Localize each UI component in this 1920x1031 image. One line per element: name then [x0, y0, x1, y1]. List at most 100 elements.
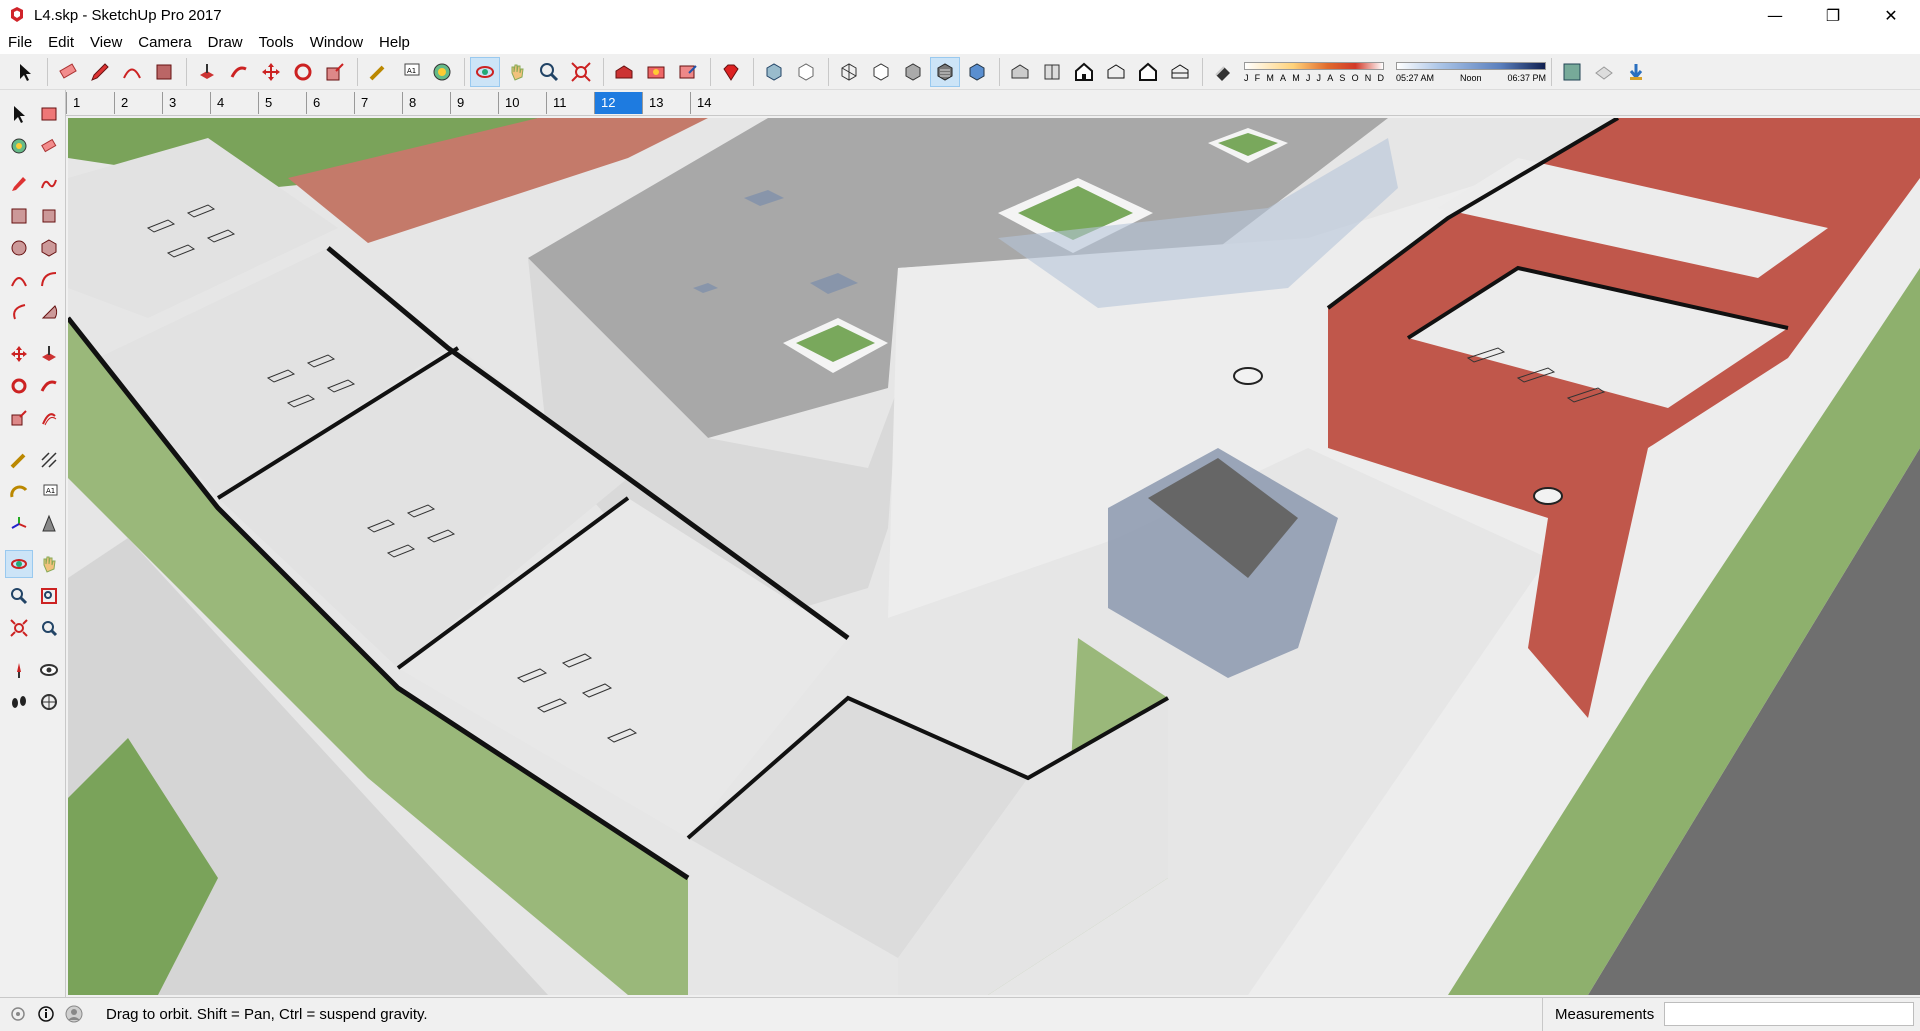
section-plane-button[interactable]: [1557, 57, 1587, 87]
pan-tool[interactable]: [35, 550, 63, 578]
freehand-tool[interactable]: [35, 170, 63, 198]
protractor-tool[interactable]: [5, 478, 33, 506]
credits-status[interactable]: [36, 1004, 56, 1024]
text-tool-button[interactable]: A1: [395, 57, 425, 87]
zoom-tool-button[interactable]: [534, 57, 564, 87]
model-viewport[interactable]: [68, 118, 1920, 995]
three-point-arc-tool[interactable]: [5, 298, 33, 326]
scene-tab-5[interactable]: 5: [258, 91, 306, 114]
menu-tools[interactable]: Tools: [251, 34, 302, 51]
zoom-window-tool[interactable]: [35, 582, 63, 610]
menu-file[interactable]: File: [0, 34, 40, 51]
rotate-tool-button[interactable]: [288, 57, 318, 87]
scene-tab-14[interactable]: 14: [690, 91, 738, 114]
pan-tool-button[interactable]: [502, 57, 532, 87]
front-view-button[interactable]: [1069, 57, 1099, 87]
scene-tab-8[interactable]: 8: [402, 91, 450, 114]
menu-edit[interactable]: Edit: [40, 34, 82, 51]
text-tool[interactable]: A1: [35, 478, 63, 506]
position-camera-tool[interactable]: [5, 656, 33, 684]
zoom-tool[interactable]: [5, 582, 33, 610]
tape-measure-tool[interactable]: [5, 446, 33, 474]
offset-tool[interactable]: [35, 404, 63, 432]
shadows-toggle-button[interactable]: [1208, 57, 1238, 87]
measurements-input[interactable]: [1664, 1002, 1914, 1026]
axes-tool[interactable]: [5, 510, 33, 538]
top-view-button[interactable]: [1037, 57, 1067, 87]
polygon-tool[interactable]: [35, 234, 63, 262]
orbit-tool[interactable]: [5, 550, 33, 578]
push-pull-button[interactable]: [192, 57, 222, 87]
dimension-tool[interactable]: [35, 446, 63, 474]
extension-warehouse-button[interactable]: [716, 57, 746, 87]
left-view-button[interactable]: [1165, 57, 1195, 87]
two-point-arc-tool[interactable]: [35, 266, 63, 294]
wireframe-button[interactable]: [834, 57, 864, 87]
walk-tool[interactable]: [5, 688, 33, 716]
paint-bucket-tool[interactable]: [5, 132, 33, 160]
scene-tab-2[interactable]: 2: [114, 91, 162, 114]
menu-draw[interactable]: Draw: [200, 34, 251, 51]
scene-tab-10[interactable]: 10: [498, 91, 546, 114]
arc-tool-button[interactable]: [117, 57, 147, 87]
xray-button[interactable]: [759, 57, 789, 87]
rotated-rectangle-tool[interactable]: [35, 202, 63, 230]
iso-view-button[interactable]: [1005, 57, 1035, 87]
shaded-button[interactable]: [898, 57, 928, 87]
date-slider[interactable]: J F M A M J J A S O N D: [1244, 59, 1384, 85]
make-component-tool[interactable]: [35, 100, 63, 128]
eraser-tool-button[interactable]: [53, 57, 83, 87]
components-button[interactable]: [641, 57, 671, 87]
previous-view-tool[interactable]: [35, 614, 63, 642]
move-tool-button[interactable]: [256, 57, 286, 87]
paint-bucket-button[interactable]: [427, 57, 457, 87]
tape-measure-button[interactable]: [363, 57, 393, 87]
section-plane-tool[interactable]: [35, 688, 63, 716]
zoom-extents-tool[interactable]: [5, 614, 33, 642]
scene-tab-6[interactable]: 6: [306, 91, 354, 114]
shaded-textures-button[interactable]: [930, 56, 960, 87]
rotate-tool[interactable]: [5, 372, 33, 400]
menu-view[interactable]: View: [82, 34, 130, 51]
push-pull-tool[interactable]: [35, 340, 63, 368]
follow-me-tool[interactable]: [35, 372, 63, 400]
minimize-button[interactable]: —: [1746, 0, 1804, 30]
line-tool-button[interactable]: [85, 57, 115, 87]
display-section-button[interactable]: [1589, 57, 1619, 87]
scene-tab-7[interactable]: 7: [354, 91, 402, 114]
share-model-button[interactable]: [673, 57, 703, 87]
scene-tab-3[interactable]: 3: [162, 91, 210, 114]
menu-window[interactable]: Window: [302, 34, 371, 51]
look-around-tool[interactable]: [35, 656, 63, 684]
select-tool[interactable]: [5, 100, 33, 128]
scale-tool[interactable]: [5, 404, 33, 432]
time-slider[interactable]: 05:27 AM Noon 06:37 PM: [1396, 59, 1546, 85]
orbit-tool-button[interactable]: [470, 56, 500, 87]
follow-me-button[interactable]: [224, 57, 254, 87]
rectangle-tool[interactable]: [5, 202, 33, 230]
account-status[interactable]: [64, 1004, 84, 1024]
move-tool[interactable]: [5, 340, 33, 368]
select-tool-button[interactable]: [10, 57, 40, 87]
restore-button[interactable]: ❐: [1804, 0, 1862, 30]
menu-help[interactable]: Help: [371, 34, 418, 51]
section-cut-button[interactable]: [1621, 57, 1651, 87]
geo-location-status[interactable]: [8, 1004, 28, 1024]
line-tool[interactable]: [5, 170, 33, 198]
arc-tool[interactable]: [5, 266, 33, 294]
shadow-date-slider[interactable]: J F M A M J J A S O N D 05:27 AM Noon 06…: [1244, 59, 1546, 85]
scene-tab-11[interactable]: 11: [546, 91, 594, 114]
right-view-button[interactable]: [1101, 57, 1131, 87]
monochrome-button[interactable]: [962, 57, 992, 87]
scene-tab-9[interactable]: 9: [450, 91, 498, 114]
pie-tool[interactable]: [35, 298, 63, 326]
scene-tab-12[interactable]: 12: [594, 91, 642, 114]
zoom-extents-button[interactable]: [566, 57, 596, 87]
hidden-line-button[interactable]: [866, 57, 896, 87]
circle-tool[interactable]: [5, 234, 33, 262]
scale-tool-button[interactable]: [320, 57, 350, 87]
scene-tab-1[interactable]: 1: [66, 91, 114, 114]
warehouse-button[interactable]: [609, 57, 639, 87]
menu-camera[interactable]: Camera: [130, 34, 199, 51]
back-edges-button[interactable]: [791, 57, 821, 87]
